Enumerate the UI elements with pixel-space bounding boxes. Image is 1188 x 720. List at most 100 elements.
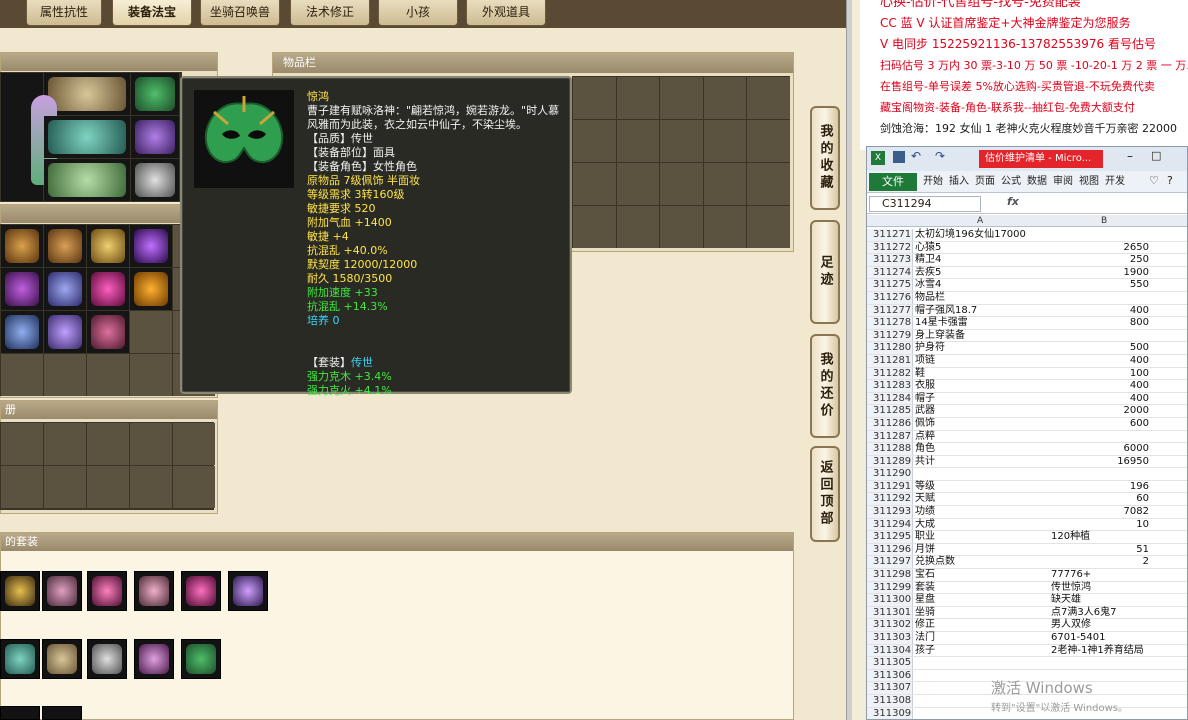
cell-b[interactable]: 196 bbox=[1047, 481, 1149, 494]
cell-a[interactable]: 兑换点数 bbox=[915, 556, 955, 569]
table-row[interactable]: 311273 精卫4 250 bbox=[867, 254, 1187, 267]
table-row[interactable]: 311299 套装 传世惊鸿 bbox=[867, 581, 1187, 595]
cell-b[interactable]: 600 bbox=[1047, 418, 1149, 431]
album-slot[interactable] bbox=[173, 423, 215, 465]
table-row[interactable]: 311290 bbox=[867, 468, 1187, 481]
row-number[interactable]: 311275 bbox=[867, 279, 913, 291]
cell-a[interactable]: 功绩 bbox=[915, 506, 935, 519]
suit-item-icon[interactable] bbox=[134, 639, 174, 679]
album-slot[interactable] bbox=[87, 423, 129, 465]
ribbon-tab[interactable]: 数据 bbox=[1027, 173, 1047, 191]
cell-b[interactable]: 500 bbox=[1047, 342, 1149, 355]
cell-b[interactable]: 6701-5401 bbox=[1051, 632, 1106, 645]
row-number[interactable]: 311284 bbox=[867, 392, 913, 405]
suit-item-icon[interactable] bbox=[87, 639, 127, 679]
cell-b[interactable]: 800 bbox=[1047, 317, 1149, 330]
tab-equipment[interactable]: 装备法宝 bbox=[112, 0, 192, 26]
row-number[interactable]: 311271 bbox=[867, 229, 913, 241]
cell-a[interactable]: 物品栏 bbox=[915, 292, 945, 305]
cell-a[interactable]: 角色 bbox=[915, 443, 935, 456]
cell-b[interactable]: 400 bbox=[1047, 393, 1149, 406]
cell-a[interactable]: 帽子 bbox=[915, 393, 935, 406]
table-row[interactable]: 311289 共计 16950 bbox=[867, 455, 1187, 469]
inventory-slot[interactable] bbox=[1, 311, 43, 353]
table-row[interactable]: 311305 bbox=[867, 657, 1187, 670]
item-slot[interactable] bbox=[573, 120, 616, 162]
cell-a[interactable]: 套装 bbox=[915, 582, 935, 595]
cell-b[interactable]: 传世惊鸿 bbox=[1051, 582, 1091, 595]
row-number[interactable]: 311296 bbox=[867, 543, 913, 556]
table-row[interactable]: 311271 太初幻境196女仙17000 bbox=[867, 229, 1187, 242]
my-favorites-button[interactable]: 我的收藏 bbox=[810, 106, 840, 210]
name-box[interactable]: C311294 bbox=[869, 196, 981, 212]
table-row[interactable]: 311285 武器 2000 bbox=[867, 405, 1187, 418]
cell-a[interactable]: 宝石 bbox=[915, 569, 935, 582]
item-slot[interactable] bbox=[747, 163, 790, 205]
column-b-header[interactable]: B bbox=[1101, 215, 1107, 227]
row-number[interactable]: 311288 bbox=[867, 443, 913, 455]
cell-b[interactable]: 2 bbox=[1047, 556, 1149, 569]
cell-a[interactable]: 护身符 bbox=[915, 342, 945, 355]
row-number[interactable]: 311278 bbox=[867, 317, 913, 329]
minimize-icon[interactable]: – bbox=[1127, 149, 1133, 163]
suit-item-icon[interactable] bbox=[134, 571, 174, 611]
table-row[interactable]: 311280 护身符 500 bbox=[867, 342, 1187, 355]
album-slot[interactable] bbox=[44, 466, 86, 508]
table-row[interactable]: 311300 星盘 缺天雄 bbox=[867, 594, 1187, 607]
row-number[interactable]: 311279 bbox=[867, 329, 913, 342]
table-row[interactable]: 311277 帽子强风18.7 400 bbox=[867, 304, 1187, 318]
cell-a[interactable]: 点粹 bbox=[915, 431, 935, 444]
row-number[interactable]: 311283 bbox=[867, 380, 913, 392]
cell-b[interactable]: 6000 bbox=[1047, 443, 1149, 456]
row-number[interactable]: 311285 bbox=[867, 405, 913, 417]
cell-b[interactable]: 缺天雄 bbox=[1051, 594, 1081, 607]
cell-a[interactable]: 天赋 bbox=[915, 493, 935, 506]
restore-icon[interactable]: □ bbox=[1151, 149, 1161, 162]
item-slot[interactable] bbox=[616, 206, 660, 248]
equip-slot-necklace[interactable] bbox=[131, 159, 179, 201]
ribbon-tab[interactable]: 审阅 bbox=[1053, 173, 1073, 191]
album-slot[interactable] bbox=[130, 423, 172, 465]
item-slot[interactable] bbox=[573, 77, 616, 119]
ribbon-tab[interactable]: 开始 bbox=[923, 173, 943, 191]
equip-slot-mask[interactable] bbox=[131, 73, 179, 115]
inventory-slot[interactable] bbox=[44, 311, 86, 353]
ribbon-tab[interactable]: 插入 bbox=[949, 173, 969, 191]
table-row[interactable]: 311276 物品栏 bbox=[867, 291, 1187, 305]
cell-a[interactable]: 等级 bbox=[915, 481, 935, 494]
back-to-top-button[interactable]: 返回顶部 bbox=[810, 446, 840, 542]
redo-icon[interactable]: ↷ bbox=[935, 149, 945, 163]
album-slot[interactable] bbox=[173, 466, 215, 508]
cell-b[interactable]: 点7满3人6鬼7 bbox=[1051, 607, 1116, 620]
cell-a[interactable]: 14星卡强雷 bbox=[915, 317, 968, 330]
cell-b[interactable]: 2000 bbox=[1047, 405, 1149, 418]
item-slot[interactable] bbox=[660, 77, 703, 119]
row-number[interactable]: 311300 bbox=[867, 594, 913, 606]
ribbon-tab[interactable]: 页面 bbox=[975, 173, 995, 191]
save-icon[interactable] bbox=[893, 151, 905, 163]
cell-b[interactable]: 60 bbox=[1047, 493, 1149, 506]
inventory-slot[interactable] bbox=[1, 354, 43, 396]
file-tab[interactable]: 文件 bbox=[869, 173, 917, 191]
row-number[interactable]: 311298 bbox=[867, 569, 913, 581]
inventory-slot[interactable] bbox=[130, 268, 172, 310]
undo-icon[interactable]: ↶ bbox=[911, 149, 921, 163]
cell-b[interactable]: 2650 bbox=[1047, 242, 1149, 255]
cell-a[interactable]: 星盘 bbox=[915, 594, 935, 607]
item-slot[interactable] bbox=[573, 206, 616, 248]
tab-spell-correction[interactable]: 法术修正 bbox=[290, 0, 370, 26]
cell-a[interactable]: 衣服 bbox=[915, 380, 935, 393]
album-slot[interactable] bbox=[1, 466, 43, 508]
row-number[interactable]: 311292 bbox=[867, 493, 913, 506]
cell-a[interactable]: 鞋 bbox=[915, 368, 925, 381]
row-number[interactable]: 311299 bbox=[867, 581, 913, 594]
cell-b[interactable]: 400 bbox=[1047, 355, 1149, 368]
cell-b[interactable]: 16950 bbox=[1047, 456, 1149, 469]
row-number[interactable]: 311273 bbox=[867, 254, 913, 266]
suit-item-icon[interactable] bbox=[0, 639, 40, 679]
cell-a[interactable]: 去疾5 bbox=[915, 267, 941, 280]
cell-b[interactable]: 120种植 bbox=[1051, 531, 1090, 544]
row-number[interactable]: 311305 bbox=[867, 657, 913, 669]
suit-item-icon[interactable] bbox=[181, 639, 221, 679]
cell-b[interactable]: 51 bbox=[1047, 544, 1149, 557]
